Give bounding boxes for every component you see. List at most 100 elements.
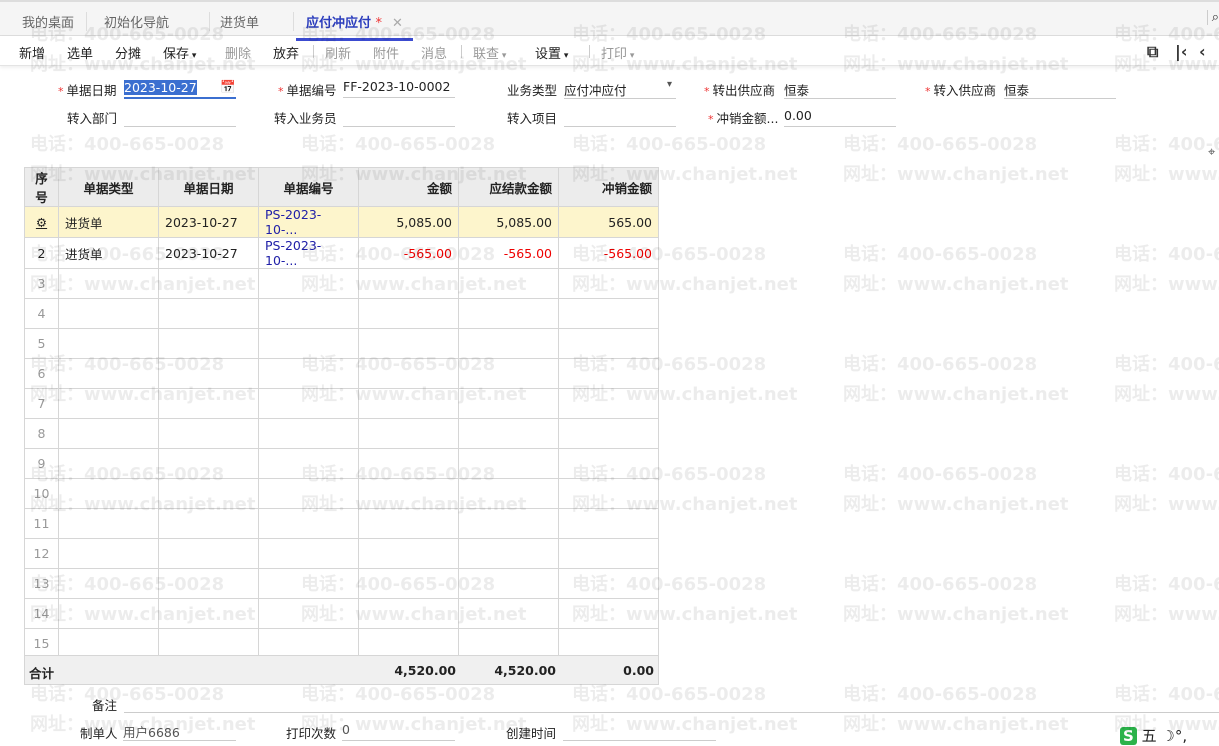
- table-cell[interactable]: [458, 298, 559, 329]
- location-pin-icon[interactable]: ⌖: [1208, 145, 1215, 160]
- message-button[interactable]: 消息: [421, 43, 447, 62]
- table-cell[interactable]: [158, 538, 259, 569]
- table-cell[interactable]: [558, 508, 659, 539]
- table-cell[interactable]: [58, 388, 159, 419]
- table-cell[interactable]: [58, 598, 159, 629]
- table-cell[interactable]: [158, 328, 259, 359]
- table-row[interactable]: ⚙ 进货单 2023-10-27 PS-2023-10-... 5,085.00 5,08…: [24, 206, 659, 238]
- table-cell[interactable]: [158, 358, 259, 389]
- table-row[interactable]: 7: [24, 388, 659, 419]
- table-cell[interactable]: [358, 358, 459, 389]
- table-cell[interactable]: [258, 538, 359, 569]
- refresh-button[interactable]: 刷新: [325, 43, 351, 62]
- ime-toolbar[interactable]: S 五 ☽°,: [1120, 725, 1187, 746]
- table-cell[interactable]: [558, 478, 659, 509]
- table-cell[interactable]: [358, 448, 459, 479]
- tab-desktop[interactable]: 我的桌面: [22, 12, 88, 31]
- table-cell[interactable]: [258, 418, 359, 449]
- table-row[interactable]: 6: [24, 358, 659, 389]
- table-cell[interactable]: [258, 598, 359, 629]
- table-cell[interactable]: [458, 508, 559, 539]
- query-button[interactable]: 联查 ▾: [473, 43, 506, 62]
- table-cell[interactable]: [258, 268, 359, 299]
- column-header[interactable]: 序号: [24, 167, 59, 207]
- doc-code-link[interactable]: PS-2023-10-...: [265, 207, 321, 237]
- remark-field[interactable]: [124, 693, 1219, 713]
- table-cell[interactable]: [58, 568, 159, 599]
- calendar-icon[interactable]: 📅: [220, 79, 236, 95]
- table-cell[interactable]: [358, 568, 459, 599]
- table-cell[interactable]: [358, 538, 459, 569]
- attachment-button[interactable]: 附件: [373, 43, 399, 62]
- table-row[interactable]: 8: [24, 418, 659, 449]
- table-cell[interactable]: [58, 538, 159, 569]
- settings-button[interactable]: 设置 ▾: [535, 43, 568, 62]
- table-cell[interactable]: [58, 628, 159, 659]
- table-cell[interactable]: [258, 358, 359, 389]
- delete-button[interactable]: 删除: [225, 43, 251, 62]
- table-cell[interactable]: [358, 628, 459, 659]
- table-cell[interactable]: [458, 328, 559, 359]
- close-icon[interactable]: ✕: [392, 16, 403, 31]
- doc-code[interactable]: PS-2023-10-...: [258, 206, 359, 238]
- table-cell[interactable]: [558, 418, 659, 449]
- column-header[interactable]: 单据日期: [158, 167, 259, 207]
- tab-purchase[interactable]: 进货单: [220, 12, 295, 31]
- table-cell[interactable]: [558, 448, 659, 479]
- table-cell[interactable]: [158, 268, 259, 299]
- table-cell[interactable]: [258, 478, 359, 509]
- table-cell[interactable]: [558, 628, 659, 659]
- table-cell[interactable]: [458, 268, 559, 299]
- table-row[interactable]: 10: [24, 478, 659, 509]
- table-cell[interactable]: [558, 298, 659, 329]
- table-cell[interactable]: [558, 388, 659, 419]
- table-row[interactable]: 9: [24, 448, 659, 479]
- table-cell[interactable]: [58, 508, 159, 539]
- table-cell[interactable]: [558, 268, 659, 299]
- table-cell[interactable]: [358, 298, 459, 329]
- table-cell[interactable]: [458, 538, 559, 569]
- table-row[interactable]: 11: [24, 508, 659, 539]
- column-header[interactable]: 金额: [358, 167, 459, 207]
- table-cell[interactable]: [158, 508, 259, 539]
- table-cell[interactable]: [58, 358, 159, 389]
- discard-button[interactable]: 放弃: [273, 43, 299, 62]
- table-cell[interactable]: [58, 298, 159, 329]
- search-icon[interactable]: ⌕: [1206, 10, 1219, 25]
- column-header[interactable]: 单据类型: [58, 167, 159, 207]
- print-button[interactable]: 打印 ▾: [601, 43, 634, 62]
- row-settings-icon[interactable]: ⚙: [36, 215, 47, 230]
- code-field[interactable]: FF-2023-10-0002: [343, 78, 455, 98]
- table-cell[interactable]: [358, 418, 459, 449]
- prev-record-icon[interactable]: ‹: [1199, 42, 1206, 61]
- table-cell[interactable]: [258, 508, 359, 539]
- doc-code[interactable]: PS-2023-10-...: [258, 237, 359, 269]
- table-cell[interactable]: [258, 298, 359, 329]
- table-cell[interactable]: [458, 598, 559, 629]
- dept-field[interactable]: [124, 107, 236, 127]
- table-cell[interactable]: [58, 328, 159, 359]
- table-cell[interactable]: [358, 508, 459, 539]
- new-button[interactable]: 新增: [19, 43, 45, 62]
- table-cell[interactable]: [458, 628, 559, 659]
- table-cell[interactable]: [158, 598, 259, 629]
- table-cell[interactable]: [258, 448, 359, 479]
- table-cell[interactable]: [58, 478, 159, 509]
- doc-code-link[interactable]: PS-2023-10-...: [265, 238, 321, 268]
- table-row[interactable]: 15: [24, 628, 659, 659]
- table-row[interactable]: 5: [24, 328, 659, 359]
- table-cell[interactable]: [558, 538, 659, 569]
- table-row[interactable]: 2 进货单 2023-10-27 PS-2023-10-... -565.00 -565.…: [24, 237, 659, 269]
- biz-type-select[interactable]: 应付冲应付 ▾: [564, 79, 676, 99]
- tab-init-guide[interactable]: 初始化导航: [104, 12, 211, 31]
- table-row[interactable]: 12: [24, 538, 659, 569]
- table-cell[interactable]: [558, 598, 659, 629]
- table-cell[interactable]: [358, 268, 459, 299]
- table-cell[interactable]: [258, 628, 359, 659]
- allocate-button[interactable]: 分摊: [115, 43, 141, 62]
- select-button[interactable]: 选单: [67, 43, 93, 62]
- table-cell[interactable]: [158, 388, 259, 419]
- table-row[interactable]: 14: [24, 598, 659, 629]
- table-cell[interactable]: [58, 268, 159, 299]
- table-cell[interactable]: [158, 628, 259, 659]
